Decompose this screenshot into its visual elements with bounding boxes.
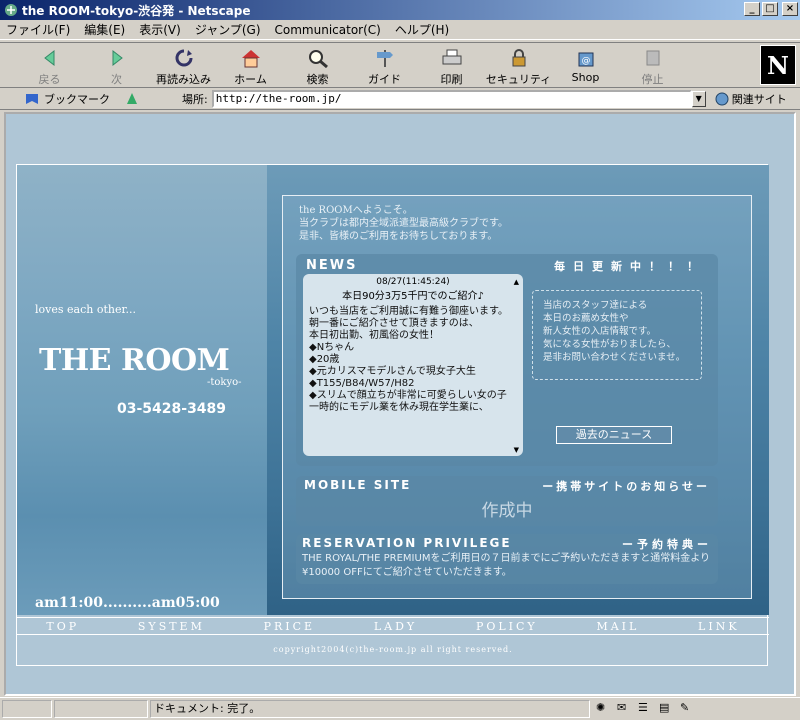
svg-text:@: @ <box>581 56 590 66</box>
news-title: NEWS <box>306 258 358 273</box>
url-input[interactable]: http://the-room.jp/ <box>211 89 692 108</box>
news-body: いつも当店をご利用誠に有難う御座います。 朝一番にご紹介させて頂きますのは、 本… <box>309 306 508 413</box>
netscape-app-icon <box>4 3 18 17</box>
bookmarks-button[interactable]: ブックマーク <box>24 91 110 107</box>
info-panel: the ROOMへようこそ。 当クラブは都内全域派遣型最高級クラブです。 是非、… <box>267 165 769 615</box>
title-bar: the ROOM-tokyo-渋谷発 - Netscape _ □ × <box>0 0 800 20</box>
site-logo: THE ROOM <box>39 343 230 378</box>
mail-icon[interactable]: ✉ <box>617 701 635 717</box>
search-icon <box>306 47 330 69</box>
nav-top[interactable]: TOP <box>46 620 79 633</box>
close-button[interactable]: × <box>782 2 798 16</box>
navigator-icon[interactable]: ✺ <box>596 701 614 717</box>
site-frame: loves each other... THE ROOM -tokyo- 03-… <box>16 164 769 666</box>
progress-area <box>54 700 148 718</box>
bookmark-icon <box>26 93 38 104</box>
security-lock-icon <box>507 47 531 69</box>
menu-view[interactable]: 表示(V) <box>139 21 181 38</box>
shop-button[interactable]: @ Shop <box>552 43 619 87</box>
back-button[interactable]: 戻る <box>16 43 83 87</box>
staff-info-box: 当店のスタッフ達による 本日のお薦め女性や 新人女性の入店情報です。 気になる女… <box>532 290 702 380</box>
reload-button[interactable]: 再読み込み <box>150 43 217 87</box>
menu-edit[interactable]: 編集(E) <box>84 21 125 38</box>
location-bar: ブックマーク 場所: http://the-room.jp/ ▼ 関連サイト <box>0 88 800 110</box>
forward-button[interactable]: 次 <box>83 43 150 87</box>
window-title: the ROOM-tokyo-渋谷発 - Netscape <box>22 3 251 18</box>
connection-status-icon <box>2 700 52 718</box>
guide-icon <box>373 47 397 69</box>
news-date: 08/27(11:45:24) <box>376 277 450 287</box>
component-bar: ✺ ✉ ☰ ▤ ✎ <box>596 701 698 717</box>
reservation-text: THE ROYAL/THE PREMIUMをご利用日の７日前までにご予約いただき… <box>302 553 711 578</box>
menu-communicator[interactable]: Communicator(C) <box>275 23 381 37</box>
nav-lady[interactable]: LADY <box>374 620 417 633</box>
past-news-button[interactable]: 過去のニュース <box>556 426 672 444</box>
reload-icon <box>172 47 196 69</box>
scroll-down-arrow-icon[interactable]: ▼ <box>514 446 519 454</box>
related-sites-icon <box>715 92 729 105</box>
location-label: 場所: <box>182 92 208 106</box>
menu-go[interactable]: ジャンプ(G) <box>195 21 261 38</box>
maximize-button[interactable]: □ <box>762 2 778 16</box>
page-proxy-icon[interactable] <box>124 91 140 107</box>
status-text: ドキュメント: 完了。 <box>150 700 590 718</box>
reservation-section: RESERVATION PRIVILEGE ー予約特典ー THE ROYAL/T… <box>296 534 718 584</box>
home-icon <box>239 47 263 69</box>
reservation-title: RESERVATION PRIVILEGE <box>302 536 512 550</box>
print-icon <box>440 47 464 69</box>
navigation-toolbar: 戻る 次 再読み込み ホーム 検索 ガイド 印刷 セキュリティ @ Shop 停… <box>0 42 800 88</box>
forward-arrow-icon <box>105 47 129 69</box>
print-button[interactable]: 印刷 <box>418 43 485 87</box>
related-sites-button[interactable]: 関連サイト <box>714 91 787 107</box>
page-content: loves each other... THE ROOM -tokyo- 03-… <box>4 112 796 696</box>
mobile-status: 作成中 <box>481 501 533 521</box>
nav-policy[interactable]: POLICY <box>476 620 538 633</box>
mobile-note: ー携帯サイトのお知らせー <box>542 480 710 493</box>
minimize-button[interactable]: _ <box>744 2 760 16</box>
nav-link[interactable]: LINK <box>698 620 740 633</box>
news-scroll-list[interactable]: ▲ 08/27(11:45:24) 本日90分3万5千円でのご紹介♪ いつも当店… <box>303 274 523 456</box>
logo-subtitle: -tokyo- <box>207 377 242 388</box>
stop-button[interactable]: 停止 <box>619 43 686 87</box>
news-section: NEWS 毎日更新中！！！ ▲ 08/27(11:45:24) 本日90分3万5… <box>296 254 718 466</box>
scroll-up-arrow-icon[interactable]: ▲ <box>514 278 519 286</box>
menu-file[interactable]: ファイル(F) <box>6 21 70 38</box>
welcome-message: the ROOMへようこそ。 当クラブは都内全域派遣型最高級クラブです。 是非、… <box>299 205 508 242</box>
nav-system[interactable]: SYSTEM <box>138 620 205 633</box>
home-button[interactable]: ホーム <box>217 43 284 87</box>
search-button[interactable]: 検索 <box>284 43 351 87</box>
mobile-site-section: MOBILE SITE ー携帯サイトのお知らせー 作成中 <box>296 476 718 526</box>
composer-icon[interactable]: ✎ <box>680 701 698 717</box>
status-bar: ドキュメント: 完了。 ✺ ✉ ☰ ▤ ✎ <box>0 697 800 720</box>
content-box: the ROOMへようこそ。 当クラブは都内全域派遣型最高級クラブです。 是非、… <box>282 195 752 599</box>
news-headline: 本日90分3万5千円でのご紹介♪ <box>342 291 484 302</box>
newsgroup-icon[interactable]: ☰ <box>638 701 656 717</box>
stop-icon <box>641 47 665 69</box>
phone-number: 03-5428-3489 <box>117 401 227 417</box>
reservation-note: ー予約特典ー <box>622 538 712 551</box>
back-arrow-icon <box>38 47 62 69</box>
menu-bar: ファイル(F) 編集(E) 表示(V) ジャンプ(G) Communicator… <box>0 20 800 40</box>
nav-price[interactable]: PRICE <box>264 620 315 633</box>
tagline: loves each other... <box>35 303 136 316</box>
shop-icon: @ <box>574 47 598 69</box>
mobile-title: MOBILE SITE <box>304 478 412 492</box>
netscape-logo: N <box>760 45 796 85</box>
daily-update-label: 毎日更新中！！！ <box>554 260 706 273</box>
site-nav: TOP SYSTEM PRICE LADY POLICY MAIL LINK <box>17 617 769 635</box>
brand-panel: loves each other... THE ROOM -tokyo- 03-… <box>17 165 267 615</box>
guide-button[interactable]: ガイド <box>351 43 418 87</box>
security-button[interactable]: セキュリティ <box>485 43 552 87</box>
address-book-icon[interactable]: ▤ <box>659 701 677 717</box>
menu-help[interactable]: ヘルプ(H) <box>395 21 449 38</box>
url-dropdown-button[interactable]: ▼ <box>691 90 706 107</box>
business-hours: am11:00..........am05:00 <box>35 595 220 611</box>
nav-mail[interactable]: MAIL <box>596 620 639 633</box>
copyright: copyright2004(c)the-room.jp all right re… <box>273 645 513 654</box>
